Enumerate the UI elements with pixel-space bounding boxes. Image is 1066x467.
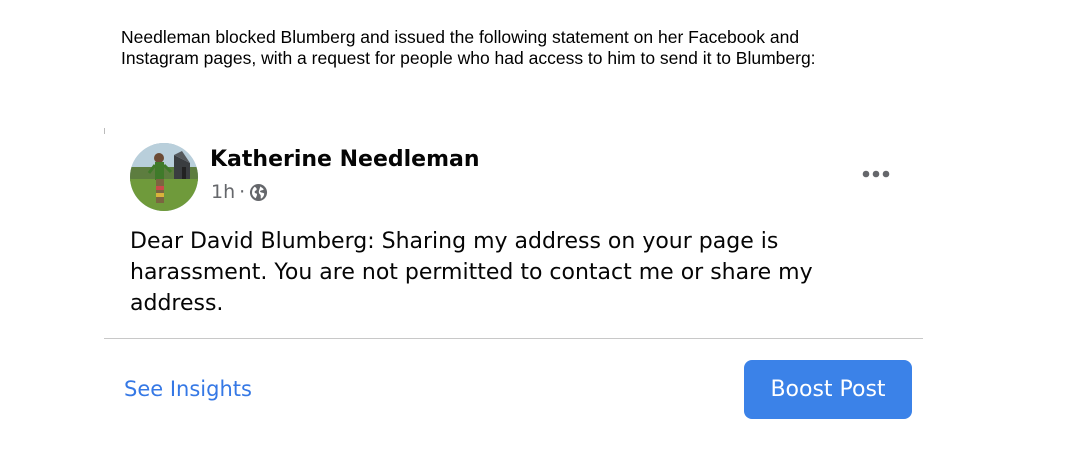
more-options-icon (862, 170, 890, 178)
post-body-line-3: address. (130, 291, 224, 316)
post-meta: 1h · (211, 180, 268, 204)
post-author-name[interactable]: Katherine Needleman (210, 146, 480, 174)
avatar[interactable] (130, 143, 198, 211)
post-body: Dear David Blumberg: Sharing my address … (130, 226, 870, 319)
meta-separator: · (239, 181, 246, 203)
see-insights-link[interactable]: See Insights (124, 375, 252, 403)
intro-line-1: Needleman blocked Blumberg and issued th… (121, 27, 800, 47)
decorative-tick (104, 128, 105, 134)
divider (104, 338, 923, 339)
post-body-line-1: Dear David Blumberg: Sharing my address … (130, 229, 779, 254)
boost-post-button[interactable]: Boost Post (744, 360, 912, 419)
avatar-photo (130, 143, 198, 211)
more-options-button[interactable] (856, 160, 896, 188)
post-timestamp[interactable]: 1h (211, 180, 235, 204)
post-body-line-2: harassment. You are not permitted to con… (130, 260, 813, 285)
globe-icon[interactable] (249, 183, 268, 202)
intro-text: Needleman blocked Blumberg and issued th… (121, 27, 941, 69)
intro-line-2: Instagram pages, with a request for peop… (121, 48, 816, 68)
